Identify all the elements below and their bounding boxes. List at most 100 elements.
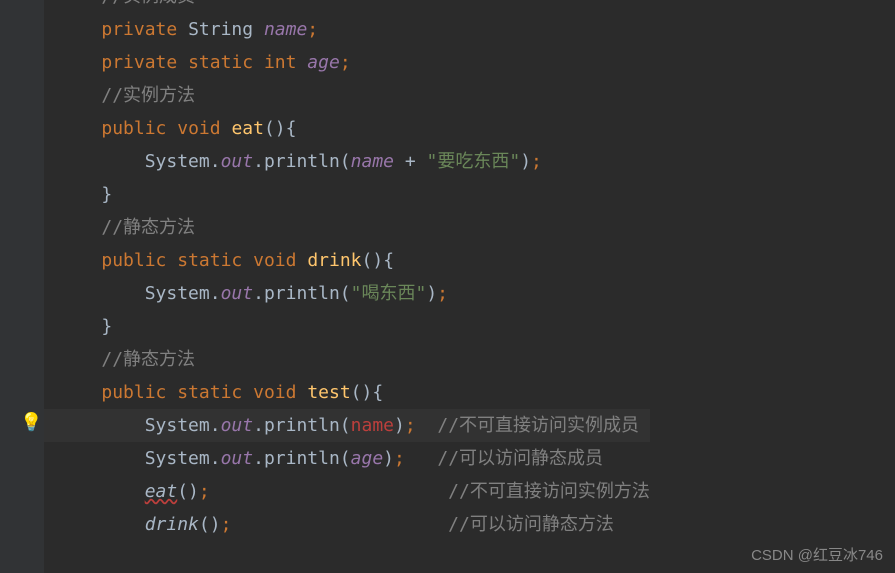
type-int: int: [264, 52, 297, 73]
method-println: println: [264, 283, 340, 304]
keyword-static: static: [177, 382, 242, 403]
type-string: String: [188, 19, 253, 40]
code-line: private String name;: [44, 13, 650, 46]
method-println: println: [264, 415, 340, 436]
plus-operator: +: [394, 151, 427, 172]
keyword-void: void: [253, 250, 296, 271]
code-line: private static int age;: [44, 46, 650, 79]
class-system: System: [145, 448, 210, 469]
parentheses: (): [351, 382, 373, 403]
semicolon: ;: [307, 19, 318, 40]
class-system: System: [145, 151, 210, 172]
string-literal: "要吃东西": [427, 151, 521, 172]
comment: //不可直接访问实例成员: [437, 415, 639, 436]
keyword-public: public: [101, 250, 166, 271]
keyword-private: private: [101, 19, 177, 40]
code-line: public static void test(){: [44, 376, 650, 409]
field-out: out: [221, 415, 254, 436]
code-line: System.out.println(name + "要吃东西");: [44, 145, 650, 178]
keyword-public: public: [101, 382, 166, 403]
code-line-current: System.out.println(name); //不可直接访问实例成员: [44, 409, 650, 442]
paren-open: (: [340, 448, 351, 469]
padding: [210, 481, 448, 502]
semicolon: ;: [394, 448, 405, 469]
paren-close: ): [426, 283, 437, 304]
code-line: public void eat(){: [44, 112, 650, 145]
paren-open: (: [340, 151, 351, 172]
padding: [416, 415, 438, 436]
semicolon: ;: [531, 151, 542, 172]
comment: //可以访问静态成员: [437, 448, 603, 469]
method-println: println: [264, 151, 340, 172]
paren-close: ): [383, 448, 394, 469]
dot: .: [210, 448, 221, 469]
dot: .: [253, 151, 264, 172]
keyword-public: public: [101, 118, 166, 139]
dot: .: [210, 415, 221, 436]
semicolon: ;: [221, 514, 232, 535]
parentheses: (): [177, 481, 199, 502]
string-literal: "喝东西": [351, 283, 427, 304]
dot: .: [253, 415, 264, 436]
code-line: }: [44, 310, 650, 343]
field-age: age: [307, 52, 340, 73]
error-field-name: name: [351, 415, 394, 436]
parentheses: (): [362, 250, 384, 271]
keyword-static: static: [188, 52, 253, 73]
brace-close: }: [101, 316, 112, 337]
method-drink: drink: [307, 250, 361, 271]
brace-open: {: [286, 118, 297, 139]
semicolon: ;: [199, 481, 210, 502]
comment: //不可直接访问实例方法: [448, 481, 650, 502]
parentheses: (): [199, 514, 221, 535]
code-line: //静态方法: [44, 211, 650, 244]
comment: //可以访问静态方法: [448, 514, 614, 535]
code-line: System.out.println(age); //可以访问静态成员: [44, 442, 650, 475]
field-name: name: [264, 19, 307, 40]
dot: .: [253, 283, 264, 304]
watermark-text: CSDN @红豆冰746: [751, 544, 883, 565]
method-call-drink: drink: [145, 514, 199, 535]
brace-open: {: [383, 250, 394, 271]
padding: [405, 448, 438, 469]
code-line: eat(); //不可直接访问实例方法: [44, 475, 650, 508]
comment: //实例方法: [101, 85, 195, 106]
class-system: System: [145, 283, 210, 304]
paren-close: ): [394, 415, 405, 436]
semicolon: ;: [340, 52, 351, 73]
field-age: age: [351, 448, 384, 469]
field-out: out: [221, 283, 254, 304]
keyword-static: static: [177, 250, 242, 271]
method-println: println: [264, 448, 340, 469]
comment: //实例成员: [101, 0, 195, 7]
code-line: //实例成员: [44, 0, 650, 13]
semicolon: ;: [437, 283, 448, 304]
dot: .: [210, 151, 221, 172]
brace-close: }: [101, 184, 112, 205]
semicolon: ;: [405, 415, 416, 436]
paren-open: (: [340, 283, 351, 304]
paren-close: ): [520, 151, 531, 172]
class-system: System: [145, 415, 210, 436]
field-out: out: [221, 448, 254, 469]
code-line: System.out.println("喝东西");: [44, 277, 650, 310]
comment: //静态方法: [101, 217, 195, 238]
code-line: //实例方法: [44, 79, 650, 112]
padding: [231, 514, 448, 535]
code-line: drink(); //可以访问静态方法: [44, 508, 650, 541]
dot: .: [210, 283, 221, 304]
dot: .: [253, 448, 264, 469]
method-eat: eat: [231, 118, 264, 139]
intention-bulb-icon[interactable]: 💡: [20, 412, 42, 433]
code-editor[interactable]: //实例成员 private String name; private stat…: [44, 0, 650, 541]
brace-open: {: [372, 382, 383, 403]
method-test: test: [307, 382, 350, 403]
parentheses: (): [264, 118, 286, 139]
keyword-void: void: [253, 382, 296, 403]
keyword-private: private: [101, 52, 177, 73]
code-line: }: [44, 178, 650, 211]
error-method-eat: eat: [145, 481, 178, 502]
comment: //静态方法: [101, 349, 195, 370]
field-out: out: [221, 151, 254, 172]
code-line: //静态方法: [44, 343, 650, 376]
